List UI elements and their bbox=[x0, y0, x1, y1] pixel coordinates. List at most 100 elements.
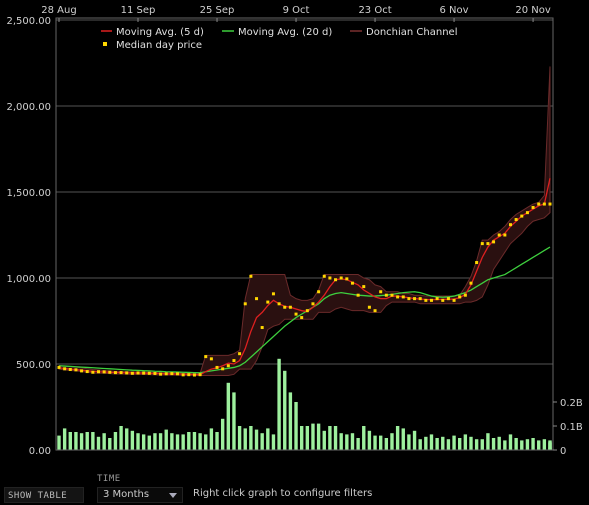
median-point bbox=[458, 295, 462, 299]
median-point bbox=[288, 305, 292, 309]
median-point bbox=[446, 297, 450, 301]
volume-bar bbox=[192, 432, 197, 450]
volume-bar bbox=[108, 438, 112, 450]
median-point bbox=[328, 276, 332, 280]
volume-bar bbox=[367, 430, 372, 450]
volume-bar bbox=[339, 433, 343, 450]
median-point bbox=[283, 305, 287, 309]
median-point bbox=[418, 297, 422, 301]
legend-ma5-label: Moving Avg. (5 d) bbox=[116, 27, 204, 38]
median-point bbox=[181, 373, 185, 377]
median-point bbox=[294, 312, 298, 316]
volume-bar bbox=[525, 439, 530, 450]
volume-bar bbox=[350, 433, 355, 450]
volume-bar bbox=[260, 433, 264, 450]
volume-bar bbox=[452, 435, 456, 450]
volume-bar bbox=[378, 435, 383, 450]
volume-bar bbox=[520, 440, 524, 450]
volume-bar bbox=[277, 358, 281, 450]
median-point bbox=[159, 372, 163, 376]
volume-bar bbox=[79, 433, 84, 450]
volume-bar bbox=[401, 428, 405, 450]
volume-bar bbox=[175, 434, 180, 450]
median-point bbox=[396, 295, 400, 299]
volume-bar bbox=[311, 423, 315, 450]
median-point bbox=[305, 309, 309, 313]
median-point bbox=[390, 293, 394, 297]
median-point bbox=[108, 370, 112, 374]
volume-bar bbox=[271, 434, 276, 450]
median-point bbox=[339, 276, 343, 280]
legend-ma20-label: Moving Avg. (20 d) bbox=[238, 27, 332, 38]
median-point bbox=[542, 202, 546, 206]
x-tick-label: 9 Oct bbox=[283, 5, 310, 16]
volume-bar bbox=[407, 434, 411, 450]
median-point bbox=[520, 214, 524, 218]
y-tick-label: 2,500.00 bbox=[6, 16, 51, 27]
time-range-select[interactable]: 3 Months bbox=[97, 487, 183, 503]
volume-bar bbox=[345, 434, 349, 450]
median-point bbox=[322, 274, 326, 278]
median-point bbox=[130, 371, 134, 375]
median-point bbox=[537, 202, 541, 206]
median-point bbox=[266, 300, 270, 304]
median-point bbox=[249, 274, 253, 278]
bottom-controls: SHOW TABLE TIME 3 Months Right click gra… bbox=[0, 470, 589, 505]
median-point bbox=[350, 281, 354, 285]
median-point bbox=[492, 240, 496, 244]
price-history-chart[interactable]: 0.00 500.00 1,000.00 1,500.00 2,000.00 2,500.… bbox=[0, 0, 589, 470]
volume-bar bbox=[254, 429, 259, 450]
volume-bar bbox=[283, 370, 287, 450]
median-point bbox=[514, 218, 518, 222]
volume-bar bbox=[299, 426, 304, 450]
volume-bar bbox=[497, 436, 501, 450]
volume-bar bbox=[68, 432, 72, 450]
volume-bar bbox=[232, 392, 236, 450]
volume-bar bbox=[333, 426, 338, 450]
median-point bbox=[435, 297, 439, 301]
median-point bbox=[401, 295, 405, 299]
median-point bbox=[334, 278, 338, 282]
median-point bbox=[147, 371, 151, 375]
median-point bbox=[170, 372, 174, 376]
chevron-down-icon bbox=[169, 493, 177, 498]
legend-donchian-label: Donchian Channel bbox=[366, 27, 457, 38]
median-point bbox=[238, 352, 242, 356]
median-point bbox=[255, 297, 259, 301]
volume-bar bbox=[537, 440, 541, 450]
median-point bbox=[97, 370, 101, 374]
volume-bar bbox=[91, 432, 95, 450]
median-point bbox=[85, 370, 89, 374]
volume-bar bbox=[474, 439, 479, 450]
volume-bar bbox=[220, 418, 225, 450]
median-point bbox=[429, 298, 433, 302]
y-tick-label: 1,000.00 bbox=[6, 274, 51, 285]
volume-bar bbox=[418, 439, 422, 450]
show-table-button[interactable]: SHOW TABLE bbox=[4, 487, 84, 503]
median-point bbox=[469, 281, 473, 285]
median-point bbox=[525, 211, 529, 215]
volume-bar bbox=[395, 426, 400, 450]
median-point bbox=[68, 368, 72, 372]
volume-bar bbox=[125, 428, 129, 450]
median-point bbox=[187, 373, 191, 377]
median-point bbox=[480, 242, 484, 246]
volume-bar bbox=[480, 439, 484, 450]
y-tick-label: 2,000.00 bbox=[6, 102, 51, 113]
median-point bbox=[475, 261, 479, 265]
median-point bbox=[136, 371, 140, 375]
median-point bbox=[413, 297, 417, 301]
volume-bar bbox=[170, 433, 174, 450]
volume-bar bbox=[305, 426, 310, 450]
volume-bar bbox=[531, 438, 535, 450]
volume-bar bbox=[62, 428, 67, 450]
median-point bbox=[125, 371, 129, 375]
median-point bbox=[486, 242, 490, 246]
volume-bar bbox=[74, 432, 78, 450]
volume-bar bbox=[113, 432, 118, 450]
volume-bar bbox=[390, 433, 394, 450]
median-point bbox=[379, 290, 383, 294]
volume-bar bbox=[215, 432, 219, 450]
volume-bar bbox=[164, 429, 168, 450]
volume-bar bbox=[508, 434, 513, 450]
